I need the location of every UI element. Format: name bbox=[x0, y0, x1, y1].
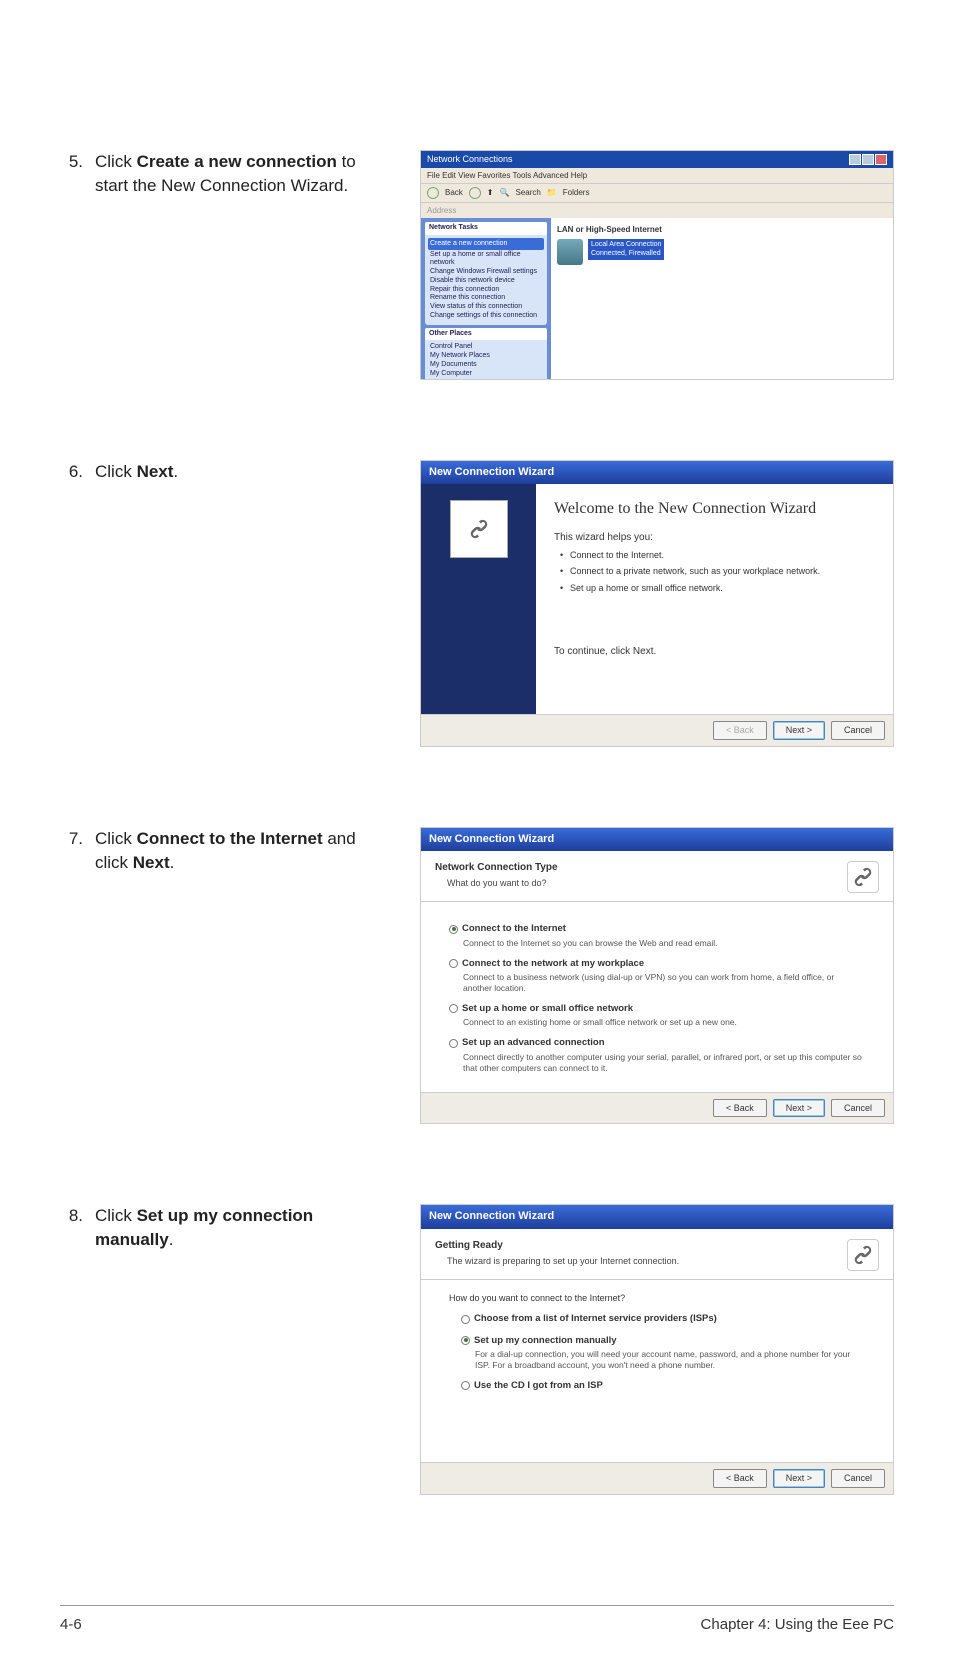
window-titlebar: Network Connections bbox=[421, 151, 893, 168]
step-text: Click Next. bbox=[95, 460, 390, 484]
next-button[interactable]: Next > bbox=[773, 1099, 825, 1118]
chain-icon bbox=[847, 861, 879, 893]
step-number: 6. bbox=[60, 460, 95, 484]
up-icon: ⬆ bbox=[487, 187, 494, 198]
step-8: 8. Click Set up my connection manually. bbox=[60, 1204, 390, 1252]
wizard-heading: Welcome to the New Connection Wizard bbox=[554, 498, 875, 520]
radio-icon[interactable] bbox=[461, 1336, 470, 1345]
step-number: 7. bbox=[60, 827, 95, 875]
fwd-icon bbox=[469, 187, 481, 199]
back-icon bbox=[427, 187, 439, 199]
step-number: 8. bbox=[60, 1204, 95, 1252]
cancel-button[interactable]: Cancel bbox=[831, 1469, 885, 1488]
main-pane: LAN or High-Speed Internet Local Area Co… bbox=[551, 218, 893, 380]
screenshot-wizard-getting-ready: New Connection Wizard Getting Ready The … bbox=[420, 1204, 894, 1495]
screenshot-wizard-connection-type: New Connection Wizard Network Connection… bbox=[420, 827, 894, 1124]
lan-item: Local Area Connection Connected, Firewal… bbox=[588, 239, 664, 260]
page-number: 4-6 bbox=[60, 1614, 82, 1635]
step-text: Click Connect to the Internet and click … bbox=[95, 827, 390, 875]
lan-icon bbox=[557, 239, 583, 265]
panel-network-tasks: Network Tasks Create a new connection Se… bbox=[425, 222, 547, 325]
wizard-side-image bbox=[421, 484, 536, 714]
chain-icon bbox=[847, 1239, 879, 1271]
radio-icon[interactable] bbox=[449, 1039, 458, 1048]
step-7: 7. Click Connect to the Internet and cli… bbox=[60, 827, 390, 875]
folders-icon: 📁 bbox=[547, 187, 557, 198]
back-button[interactable]: < Back bbox=[713, 721, 767, 740]
back-button[interactable]: < Back bbox=[713, 1099, 767, 1118]
radio-icon[interactable] bbox=[449, 1004, 458, 1013]
step-number: 5. bbox=[60, 150, 95, 198]
back-button[interactable]: < Back bbox=[713, 1469, 767, 1488]
next-button[interactable]: Next > bbox=[773, 1469, 825, 1488]
chain-icon bbox=[468, 518, 490, 540]
chapter-title: Chapter 4: Using the Eee PC bbox=[701, 1614, 894, 1635]
toolbar: Back ⬆ 🔍Search 📁Folders bbox=[421, 183, 893, 202]
step-text: Click Create a new connection to start t… bbox=[95, 150, 390, 198]
wizard-titlebar: New Connection Wizard bbox=[421, 461, 893, 484]
screenshot-network-connections: Network Connections File Edit View Favor… bbox=[420, 150, 894, 380]
radio-icon[interactable] bbox=[461, 1315, 470, 1324]
cancel-button[interactable]: Cancel bbox=[831, 1099, 885, 1118]
address-bar: Address bbox=[421, 202, 893, 218]
wizard-titlebar: New Connection Wizard bbox=[421, 1205, 893, 1228]
step-6: 6. Click Next. bbox=[60, 460, 390, 484]
panel-other-places: Other Places Control Panel My Network Pl… bbox=[425, 328, 547, 380]
step-5: 5. Click Create a new connection to star… bbox=[60, 150, 390, 198]
radio-icon[interactable] bbox=[461, 1381, 470, 1390]
cancel-button[interactable]: Cancel bbox=[831, 721, 885, 740]
step-text: Click Set up my connection manually. bbox=[95, 1204, 390, 1252]
sidebar: Network Tasks Create a new connection Se… bbox=[421, 218, 551, 380]
window-controls bbox=[849, 154, 887, 165]
wizard-titlebar: New Connection Wizard bbox=[421, 828, 893, 851]
next-button[interactable]: Next > bbox=[773, 721, 825, 740]
radio-icon[interactable] bbox=[449, 925, 458, 934]
menubar: File Edit View Favorites Tools Advanced … bbox=[421, 168, 893, 183]
radio-icon[interactable] bbox=[449, 959, 458, 968]
screenshot-wizard-welcome: New Connection Wizard Welcome to the New… bbox=[420, 460, 894, 747]
search-icon: 🔍 bbox=[500, 187, 510, 198]
page-footer: 4-6 Chapter 4: Using the Eee PC bbox=[60, 1605, 894, 1635]
